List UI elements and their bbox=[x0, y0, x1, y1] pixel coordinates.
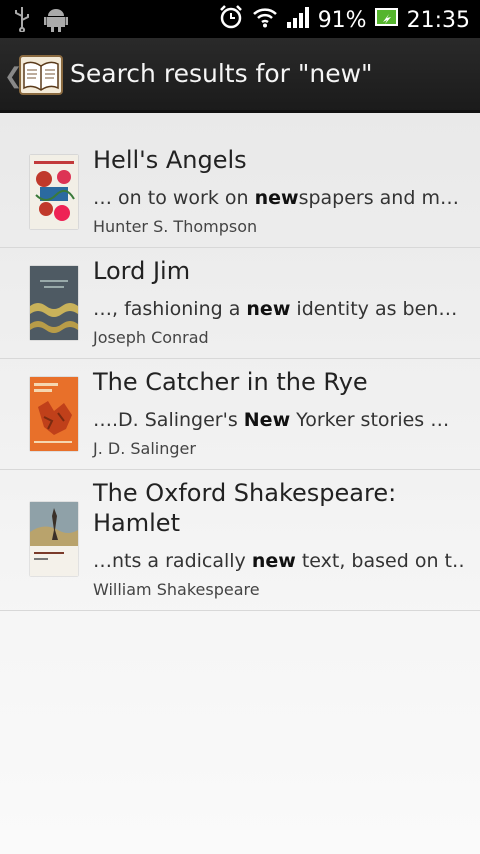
book-cover-hells-angels bbox=[30, 155, 78, 229]
search-results: Hell's Angels … on to work on newspapers… bbox=[0, 113, 480, 854]
result-author: William Shakespeare bbox=[93, 580, 260, 599]
match-highlight: new bbox=[246, 298, 291, 320]
signal-icon bbox=[286, 6, 310, 34]
match-highlight: new bbox=[251, 550, 296, 572]
result-title: The Oxford Shakespeare: Hamlet bbox=[93, 479, 397, 537]
result-snippet: … on to work on newspapers and m… bbox=[93, 187, 459, 209]
usb-icon bbox=[14, 6, 30, 36]
book-cover-lord-jim bbox=[30, 266, 78, 340]
android-debug-icon bbox=[44, 6, 68, 36]
alarm-icon bbox=[218, 4, 244, 36]
results-list: Hell's Angels … on to work on newspapers… bbox=[0, 137, 480, 611]
result-snippet: …, fashioning a new identity as ben… bbox=[93, 298, 458, 320]
notification-icons bbox=[14, 6, 68, 36]
result-title: Hell's Angels bbox=[93, 146, 247, 174]
result-row[interactable]: Hell's Angels … on to work on newspapers… bbox=[0, 137, 480, 248]
result-row[interactable]: The Catcher in the Rye ….D. Salinger's N… bbox=[0, 359, 480, 470]
action-bar: ❮ Search results for "new" bbox=[0, 38, 480, 113]
system-status: 91% 21:35 bbox=[218, 4, 470, 36]
status-bar: 91% 21:35 bbox=[0, 0, 480, 38]
result-title: Lord Jim bbox=[93, 257, 191, 285]
result-row[interactable]: The Oxford Shakespeare: Hamlet …nts a ra… bbox=[0, 470, 480, 611]
result-author: J. D. Salinger bbox=[93, 439, 196, 458]
wifi-icon bbox=[252, 6, 278, 34]
book-cover-hamlet bbox=[30, 502, 78, 576]
battery-percent: 91% bbox=[317, 7, 367, 33]
result-author: Hunter S. Thompson bbox=[93, 217, 258, 236]
result-snippet: …nts a radically new text, based on t… bbox=[93, 550, 463, 572]
book-cover-catcher-in-the-rye bbox=[30, 377, 78, 451]
battery-charging-icon bbox=[374, 6, 399, 34]
result-title: The Catcher in the Rye bbox=[93, 368, 368, 396]
result-author: Joseph Conrad bbox=[93, 328, 209, 347]
page-title: Search results for "new" bbox=[70, 59, 373, 88]
book-app-icon[interactable] bbox=[18, 52, 64, 98]
match-highlight: new bbox=[254, 187, 299, 209]
result-snippet: ….D. Salinger's New Yorker stories … bbox=[93, 409, 450, 431]
clock: 21:35 bbox=[406, 7, 470, 33]
match-highlight: New bbox=[243, 409, 291, 431]
result-row[interactable]: Lord Jim …, fashioning a new identity as… bbox=[0, 248, 480, 359]
